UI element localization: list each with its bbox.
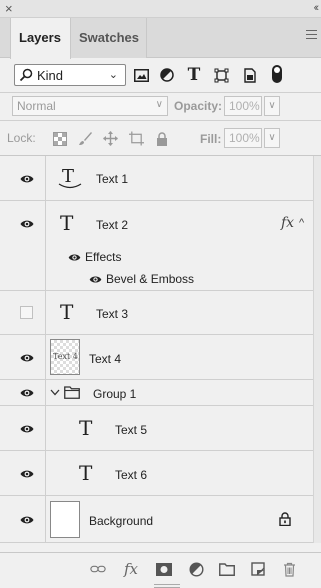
fill-label: Fill:	[200, 132, 222, 146]
close-icon[interactable]: ×	[5, 1, 13, 17]
eye-icon[interactable]	[20, 174, 34, 184]
layer-row-text-2[interactable]: T Text 2 fx ^ Effects Bevel & Emboss	[0, 201, 313, 291]
search-icon	[19, 68, 33, 82]
tab-layers[interactable]: Layers	[10, 18, 71, 59]
visibility-column	[0, 156, 46, 200]
eye-icon[interactable]	[20, 219, 34, 229]
resize-grip[interactable]	[154, 584, 180, 588]
layer-row-text-6[interactable]: T Text 6	[0, 451, 313, 496]
adjustment-layer-filter-icon[interactable]	[159, 67, 175, 83]
tab-swatches[interactable]: Swatches	[71, 18, 147, 58]
blend-mode-value: Normal	[17, 99, 56, 113]
add-mask-icon[interactable]	[156, 561, 172, 577]
layer-row-text-3[interactable]: T Text 3	[0, 291, 313, 335]
layer-thumbnail	[50, 501, 80, 538]
opacity-chevron-icon[interactable]: ∨	[264, 96, 280, 116]
layer-name: Text 3	[96, 307, 129, 321]
pixel-layer-filter-icon[interactable]	[133, 67, 149, 83]
fill-input[interactable]: 100%	[224, 128, 262, 148]
text-layer-icon: T	[60, 300, 74, 324]
text-layer-icon: T	[60, 211, 74, 235]
blend-row: Normal ∨ Opacity: 100% ∨	[0, 93, 321, 121]
filter-kind-select[interactable]: Kind ⌄	[14, 64, 126, 86]
layers-scrollbar[interactable]	[313, 156, 321, 543]
layer-row-group-1[interactable]: Group 1	[0, 380, 313, 406]
layer-name: Background	[89, 514, 154, 528]
thumbnail-text: Text 4	[53, 352, 78, 361]
lock-icon	[279, 512, 291, 526]
eye-icon[interactable]	[20, 353, 34, 363]
opacity-input[interactable]: 100%	[224, 96, 262, 116]
panel-tab-bar: Layers Swatches	[0, 18, 321, 59]
layers-list: T Text 1 T Text 2 fx ^ Effects Bevel & E…	[0, 156, 321, 543]
visibility-column	[0, 451, 46, 495]
eye-icon[interactable]	[20, 469, 34, 479]
text-layer-icon: T	[79, 416, 93, 440]
link-layers-icon[interactable]	[90, 561, 106, 577]
collapse-panel-icon[interactable]: ‹‹	[314, 0, 320, 16]
layer-row-text-5[interactable]: T Text 5	[0, 406, 313, 451]
layer-name: Text 5	[115, 423, 148, 437]
eye-icon[interactable]	[20, 388, 34, 398]
lock-image-pixels-icon[interactable]	[78, 131, 93, 146]
layer-name: Text 1	[96, 172, 129, 186]
fill-chevron-icon[interactable]: ∨	[264, 128, 280, 148]
layer-name: Text 2	[96, 218, 129, 232]
layer-name: Text 4	[89, 352, 122, 366]
lock-transparent-pixels-icon[interactable]	[52, 131, 67, 146]
layer-name: Text 6	[115, 468, 148, 482]
lock-row: Lock: Fill: 100% ∨	[0, 121, 321, 156]
opacity-label: Opacity:	[174, 99, 223, 113]
expand-group-chevron-icon[interactable]	[50, 389, 60, 396]
folder-icon	[64, 386, 80, 399]
lock-artboard-icon[interactable]	[129, 131, 144, 146]
effect-item-bevel-emboss[interactable]: Bevel & Emboss	[89, 272, 194, 286]
layer-effects-icon[interactable]: fx	[281, 215, 294, 231]
new-layer-icon[interactable]	[250, 561, 266, 577]
eye-icon[interactable]	[68, 253, 81, 262]
layer-row-text-4[interactable]: Text 4 Text 4	[0, 335, 313, 380]
shape-layer-filter-icon[interactable]	[213, 67, 229, 83]
eye-icon[interactable]	[89, 275, 102, 284]
effects-group[interactable]: Effects	[68, 250, 121, 264]
eye-icon[interactable]	[20, 424, 34, 434]
eye-icon[interactable]	[20, 515, 34, 525]
chevron-down-icon: ∨	[155, 99, 163, 110]
layer-name: Group 1	[93, 387, 137, 401]
visibility-column	[0, 335, 46, 379]
warp-arc-icon	[58, 183, 82, 189]
lock-label: Lock:	[7, 131, 36, 145]
lock-all-icon[interactable]	[154, 131, 169, 146]
panel-title-bar: × ‹‹	[0, 0, 321, 18]
new-group-icon[interactable]	[219, 561, 235, 577]
type-layer-filter-icon[interactable]: T	[186, 65, 202, 85]
hidden-visibility-box[interactable]	[20, 306, 33, 319]
delete-layer-icon[interactable]	[281, 561, 297, 577]
layer-style-icon[interactable]: fx	[123, 560, 139, 578]
effect-label: Bevel & Emboss	[106, 272, 195, 286]
visibility-column	[0, 496, 46, 542]
filter-toggle-switch[interactable]	[272, 65, 282, 83]
chevron-down-icon: ⌄	[108, 69, 118, 81]
layer-filter-row: Kind ⌄ T	[0, 59, 321, 93]
layer-thumbnail: Text 4	[50, 339, 80, 375]
visibility-column	[0, 201, 46, 290]
visibility-column	[0, 406, 46, 450]
layer-row-text-1[interactable]: T Text 1	[0, 156, 313, 201]
visibility-column	[0, 291, 46, 334]
lock-position-icon[interactable]	[103, 131, 118, 146]
filter-kind-label: Kind	[37, 68, 64, 83]
collapse-effects-icon[interactable]: ^	[299, 217, 304, 229]
text-layer-icon: T	[79, 461, 93, 485]
blend-mode-select[interactable]: Normal ∨	[12, 96, 168, 116]
layers-bottom-toolbar: fx	[0, 552, 321, 588]
effects-label: Effects	[85, 250, 122, 264]
panel-menu-icon[interactable]	[306, 30, 317, 39]
visibility-column	[0, 380, 46, 405]
layer-row-background[interactable]: Background	[0, 496, 313, 543]
smart-object-filter-icon[interactable]	[242, 67, 258, 83]
new-adjustment-icon[interactable]	[188, 561, 204, 577]
